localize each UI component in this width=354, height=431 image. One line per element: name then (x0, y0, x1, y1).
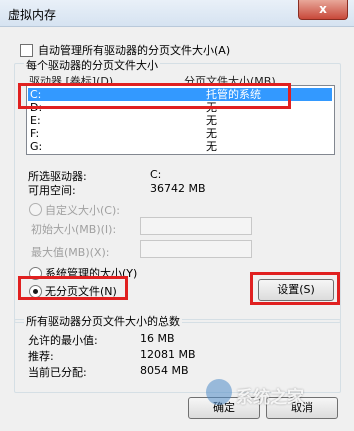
highlight-no-paging (18, 276, 128, 300)
totals-group-title: 所有驱动器分页文件大小的总数 (24, 313, 182, 329)
drive-row-g[interactable]: G: 无 (28, 140, 332, 153)
window-title: 虚拟内存 (8, 8, 57, 22)
close-icon: x (319, 2, 327, 16)
drive-letter: G: (30, 140, 43, 153)
highlight-set-button (250, 272, 340, 305)
min-size-value: 16 MB (140, 332, 175, 345)
max-size-label: 最大值(MB)(X): (31, 246, 110, 259)
current-allocated-label: 当前已分配: (28, 366, 87, 379)
pagefile-size: 无 (206, 114, 217, 127)
custom-size-radio[interactable] (29, 203, 42, 216)
drive-letter: F: (30, 127, 40, 140)
watermark-logo-icon (206, 379, 232, 405)
drives-group-title: 每个驱动器的分页文件大小 (24, 57, 160, 73)
recommended-label: 推荐: (28, 350, 54, 363)
pagefile-size: 无 (206, 140, 217, 153)
auto-manage-label: 自动管理所有驱动器的分页文件大小(A) (38, 44, 231, 57)
close-button[interactable]: x (298, 0, 348, 20)
highlight-selected-drive (18, 83, 291, 109)
watermark-text: 系统之家 (236, 388, 304, 408)
drive-row-f[interactable]: F: 无 (28, 127, 332, 140)
initial-size-input[interactable] (140, 217, 252, 235)
auto-manage-checkbox[interactable] (20, 44, 33, 57)
title-bar: 虚拟内存 x (0, 0, 354, 27)
drive-row-e[interactable]: E: 无 (28, 114, 332, 127)
selected-drive-value: C: (150, 168, 162, 181)
pagefile-size: 无 (206, 127, 217, 140)
free-space-value: 36742 MB (150, 182, 206, 195)
current-allocated-value: 8054 MB (140, 364, 189, 377)
min-size-label: 允许的最小值: (28, 334, 98, 347)
initial-size-label: 初始大小(MB)(I): (31, 223, 117, 236)
free-space-label: 可用空间: (28, 184, 76, 197)
dialog-body: 自动管理所有驱动器的分页文件大小(A) 每个驱动器的分页文件大小 驱动器 [卷标… (0, 27, 354, 431)
recommended-value: 12081 MB (140, 348, 196, 361)
custom-size-label: 自定义大小(C): (45, 204, 120, 217)
drive-letter: E: (30, 114, 41, 127)
max-size-input[interactable] (140, 240, 252, 258)
